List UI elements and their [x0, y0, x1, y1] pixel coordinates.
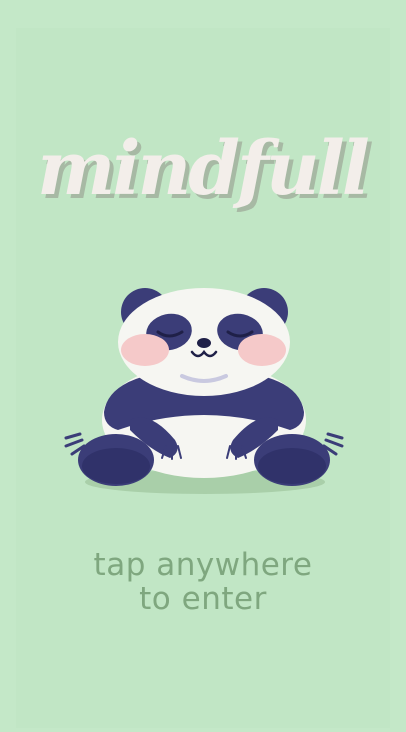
- app-logo: mindfull mindfull: [37, 126, 376, 216]
- logo-text: mindfull: [37, 126, 369, 212]
- panda-cheek-left: [121, 334, 169, 366]
- splash-screen[interactable]: mindfull mindfull tap anywhere to enter: [0, 0, 406, 732]
- cta-line-2: to enter: [139, 581, 267, 617]
- cta-line-1: tap anywhere: [93, 547, 313, 583]
- sleeping-panda-icon: [64, 288, 344, 494]
- tap-to-enter-prompt[interactable]: tap anywhere to enter: [0, 548, 406, 616]
- panda-nose: [197, 338, 211, 348]
- panda-cheek-right: [238, 334, 286, 366]
